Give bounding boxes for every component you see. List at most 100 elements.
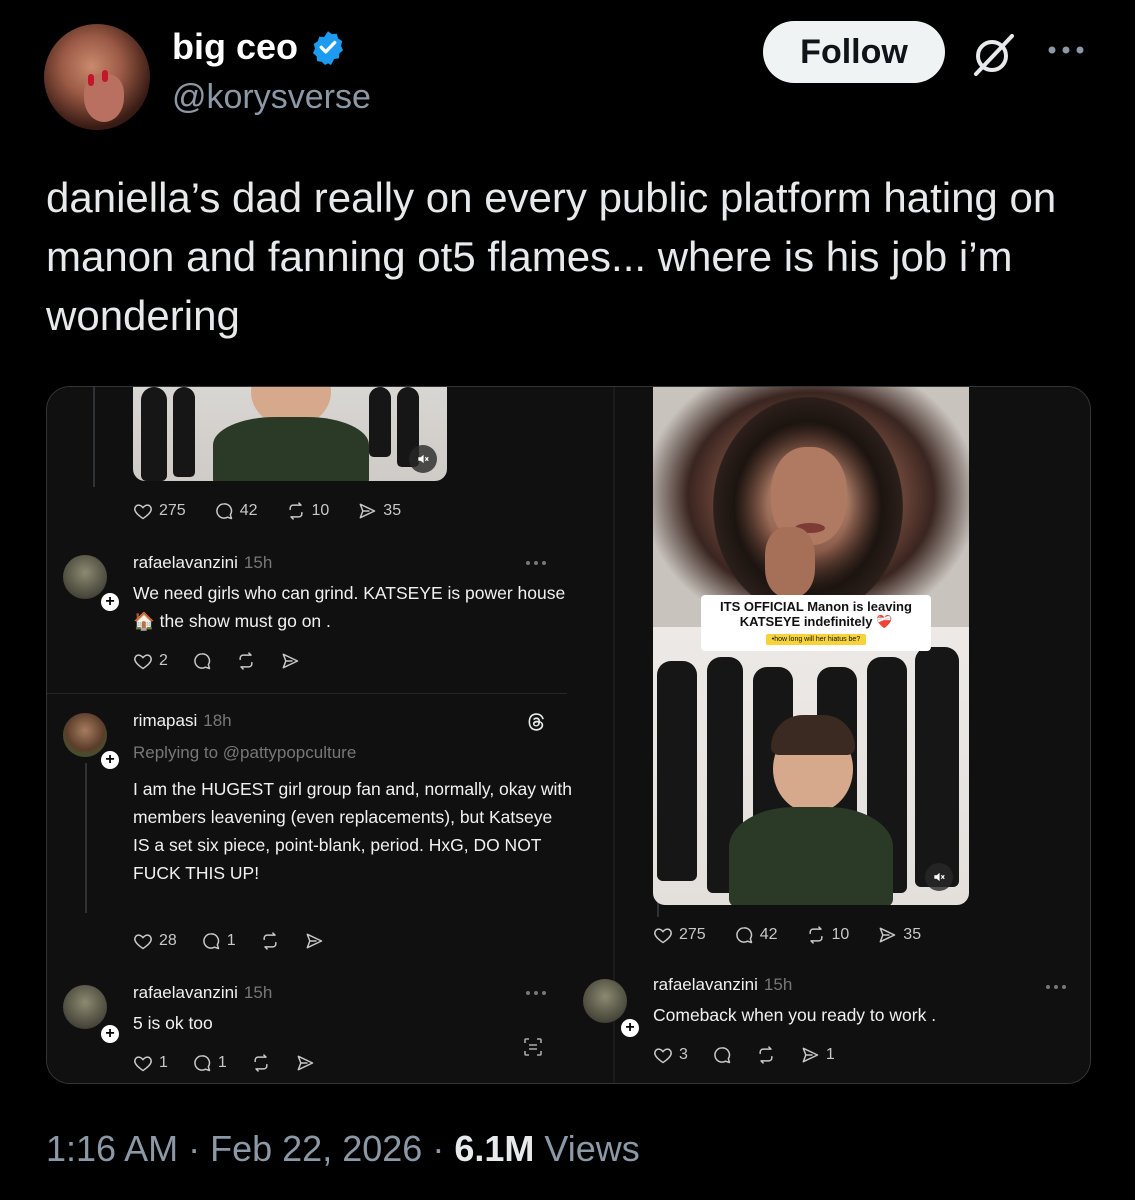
post-stats: 275 42 10 35: [653, 925, 949, 945]
comment-icon: [192, 651, 212, 671]
heart-icon: [133, 501, 153, 521]
share-icon: [280, 651, 300, 671]
banner-subtitle: •how long will her hiatus be?: [765, 634, 867, 645]
comment-button[interactable]: 42: [734, 925, 778, 945]
comment-button[interactable]: [192, 651, 212, 671]
tweet-time[interactable]: 1:16 AM: [46, 1128, 178, 1169]
comment-icon: [734, 925, 754, 945]
share-button[interactable]: [304, 931, 324, 951]
share-button[interactable]: [295, 1053, 315, 1073]
comment-stats: 28 1: [133, 931, 352, 951]
repost-button[interactable]: [236, 651, 256, 671]
share-button[interactable]: [280, 651, 300, 671]
mute-icon[interactable]: [925, 863, 953, 891]
repost-button[interactable]: 10: [806, 925, 849, 945]
share-button[interactable]: 1: [800, 1045, 835, 1065]
heart-icon: [133, 1053, 153, 1073]
dancer-figure: [657, 661, 697, 881]
share-icon: [877, 925, 897, 945]
person-jacket: [213, 417, 369, 481]
comment-icon: [214, 501, 234, 521]
thread-line: [93, 387, 95, 487]
right-screenshot-panel: ITS OFFICIAL Manon is leaving KATSEYE in…: [583, 387, 1090, 1083]
views-count: 6.1M: [454, 1128, 535, 1169]
follow-button[interactable]: Follow: [763, 21, 945, 83]
verified-badge-icon: [313, 31, 344, 65]
mute-icon[interactable]: [409, 445, 437, 473]
heart-icon: [133, 931, 153, 951]
share-button[interactable]: 35: [357, 501, 401, 521]
commenter-avatar[interactable]: [63, 985, 107, 1029]
like-button[interactable]: 28: [133, 931, 177, 951]
share-button[interactable]: 35: [877, 925, 921, 945]
share-icon: [304, 931, 324, 951]
comment-button[interactable]: [712, 1045, 732, 1065]
share-icon: [295, 1053, 315, 1073]
grok-icon[interactable]: [968, 28, 1020, 80]
repost-button[interactable]: 10: [286, 501, 330, 521]
like-button[interactable]: 275: [653, 925, 706, 945]
separator-dot: ·: [432, 1128, 445, 1169]
repost-icon: [251, 1053, 271, 1073]
share-count: 35: [383, 502, 402, 519]
views-label: Views: [544, 1128, 640, 1169]
more-options-icon[interactable]: [525, 559, 547, 567]
like-button[interactable]: 3: [653, 1045, 688, 1065]
more-options-icon[interactable]: [1046, 40, 1086, 60]
follow-plus-icon[interactable]: +: [99, 749, 121, 771]
comment-username[interactable]: rafaelavanzini 15h: [653, 975, 792, 995]
comment-stats: 3 1: [653, 1045, 863, 1065]
author-display-name[interactable]: big ceo: [172, 26, 298, 68]
avatar-nail: [102, 70, 108, 82]
person-jacket: [729, 807, 893, 905]
follow-plus-icon[interactable]: +: [99, 591, 121, 613]
comment-username[interactable]: rafaelavanzini 15h: [133, 983, 272, 1003]
tweet-media[interactable]: 275 42 10 35 + rafaelavanzini 15h We need…: [46, 386, 1091, 1084]
divider: [47, 693, 567, 694]
person-hair: [771, 715, 855, 755]
comment-username[interactable]: rimapasi 18h: [133, 711, 232, 731]
follow-plus-icon[interactable]: +: [99, 1023, 121, 1045]
repost-icon: [236, 651, 256, 671]
author-name-row: big ceo: [172, 26, 346, 68]
commenter-avatar[interactable]: [63, 555, 107, 599]
tweet-metadata: 1:16 AM · Feb 22, 2026 · 6.1M Views: [46, 1128, 640, 1170]
comment-text: 5 is ok too: [133, 1013, 213, 1033]
more-options-icon[interactable]: [525, 989, 547, 997]
like-button[interactable]: 1: [133, 1053, 168, 1073]
dancer-figure: [173, 387, 195, 477]
comment-button[interactable]: 1: [192, 1053, 227, 1073]
video-thumbnail[interactable]: ITS OFFICIAL Manon is leaving KATSEYE in…: [653, 387, 969, 905]
news-banner: ITS OFFICIAL Manon is leaving KATSEYE in…: [701, 595, 931, 651]
dancer-figure: [141, 387, 167, 481]
repost-button[interactable]: [260, 931, 280, 951]
comment-button[interactable]: 42: [214, 501, 258, 521]
threads-logo-icon: [528, 713, 544, 731]
author-avatar[interactable]: [44, 24, 150, 130]
like-button[interactable]: 275: [133, 501, 186, 521]
repost-icon: [286, 501, 306, 521]
left-screenshot-panel: 275 42 10 35 + rafaelavanzini 15h We need…: [47, 387, 613, 1083]
more-options-icon[interactable]: [1045, 983, 1067, 991]
repost-count: 10: [311, 502, 330, 519]
heart-icon: [653, 925, 673, 945]
comment-text: Comeback when you ready to work .: [653, 1005, 937, 1025]
like-button[interactable]: 2: [133, 651, 168, 671]
comment-text: I am the HUGEST girl group fan and, norm…: [133, 779, 572, 883]
comment-button[interactable]: 1: [201, 931, 236, 951]
comment-username[interactable]: rafaelavanzini 15h: [133, 553, 272, 573]
follow-plus-icon[interactable]: +: [619, 1017, 641, 1039]
portrait-hand: [765, 527, 815, 597]
translate-icon[interactable]: [521, 1035, 545, 1059]
repost-button[interactable]: [756, 1045, 776, 1065]
thread-line: [85, 763, 87, 913]
replying-to-text[interactable]: Replying to @pattypopculture: [133, 743, 356, 763]
author-handle[interactable]: @korysverse: [172, 78, 371, 117]
video-thumbnail[interactable]: [133, 387, 447, 481]
post-stats: 275 42 10 35: [133, 501, 429, 521]
repost-button[interactable]: [251, 1053, 271, 1073]
commenter-avatar[interactable]: [583, 979, 627, 1023]
commenter-avatar[interactable]: [63, 713, 107, 757]
tweet-date[interactable]: Feb 22, 2026: [210, 1128, 422, 1169]
dancer-figure: [915, 647, 959, 887]
